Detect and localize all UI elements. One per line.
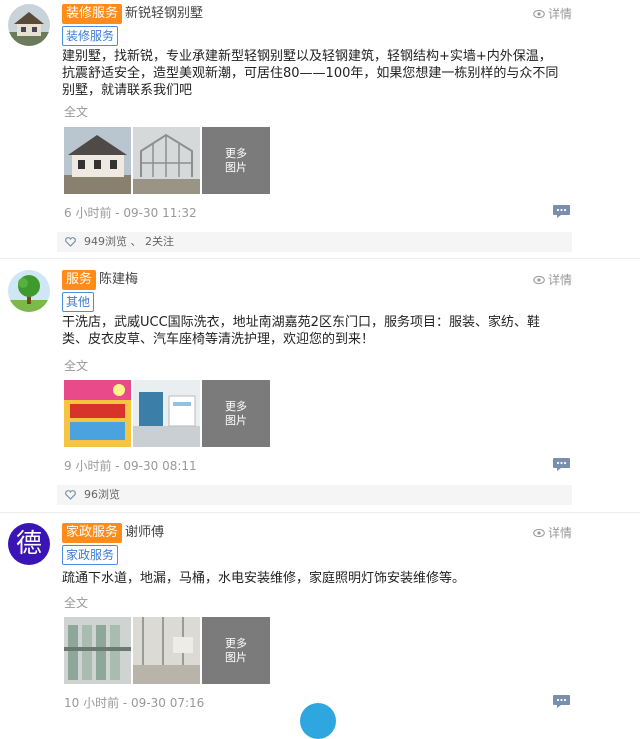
- floating-button[interactable]: [300, 703, 336, 739]
- heart-icon[interactable]: [65, 490, 76, 500]
- details-label: 详情: [548, 273, 573, 287]
- post-2: 服务 陈建梅 详情 其他 干洗店，武威UCC国际洗衣，地址南湖嘉苑2区东门口，服…: [0, 266, 640, 511]
- more-images-button[interactable]: 更多 图片: [202, 380, 270, 447]
- avatar[interactable]: 德: [8, 523, 50, 565]
- more-label-2: 图片: [225, 650, 247, 664]
- fulltext-link[interactable]: 全文: [64, 103, 88, 120]
- fulltext-link[interactable]: 全文: [64, 357, 88, 374]
- more-label-2: 图片: [225, 413, 247, 427]
- post-time: 6 小时前 - 09-30 11:32: [64, 206, 197, 220]
- heart-icon[interactable]: [65, 237, 76, 247]
- more-label: 更多: [225, 146, 247, 160]
- details-link[interactable]: 详情: [533, 523, 572, 543]
- view-stats: 96浏览: [84, 488, 120, 501]
- sub-tag[interactable]: 家政服务: [62, 545, 119, 565]
- avatar[interactable]: [8, 4, 50, 46]
- more-label: 更多: [225, 636, 247, 650]
- thumbnail-row: 更多 图片: [64, 127, 270, 194]
- eye-icon: [533, 275, 545, 285]
- divider: [0, 258, 640, 259]
- post-time: 9 小时前 - 09-30 08:11: [64, 459, 197, 473]
- comment-icon[interactable]: [553, 458, 570, 471]
- avatar-character: 德: [15, 529, 42, 559]
- comment-icon[interactable]: [553, 695, 570, 708]
- author-name[interactable]: 谢师傅: [125, 523, 164, 543]
- more-label-2: 图片: [225, 160, 247, 174]
- view-follow-stats: 949浏览 、 2关注: [84, 235, 174, 248]
- thumbnail-image[interactable]: [64, 127, 131, 194]
- eye-icon: [533, 528, 545, 538]
- thumbnail-image[interactable]: [133, 127, 200, 194]
- post-content: 疏通下水道，地漏，马桶，水电安装维修，家庭照明灯饰安装维修等。: [62, 571, 466, 586]
- thumbnail-image[interactable]: [133, 380, 200, 447]
- details-label: 详情: [548, 7, 573, 21]
- more-images-button[interactable]: 更多 图片: [202, 127, 270, 194]
- post-3: 德 家政服务 谢师傅 详情 家政服务 疏通下水道，地漏，马桶，水电安装维修，家庭…: [0, 519, 640, 710]
- thumbnail-image[interactable]: [64, 617, 131, 684]
- thumbnail-row: 更多 图片: [64, 617, 270, 684]
- thumbnail-image[interactable]: [64, 380, 131, 447]
- more-images-button[interactable]: 更多 图片: [202, 617, 270, 684]
- comment-icon[interactable]: [553, 205, 570, 218]
- stats-bar: 949浏览 、 2关注: [57, 232, 572, 252]
- fulltext-link[interactable]: 全文: [64, 594, 88, 611]
- details-link[interactable]: 详情: [533, 270, 572, 290]
- more-label: 更多: [225, 399, 247, 413]
- divider: [0, 512, 640, 513]
- post-content: 干洗店，武威UCC国际洗衣，地址南湖嘉苑2区东门口，服务项目：服装、家纺、鞋类、…: [62, 315, 540, 347]
- sub-tag[interactable]: 其他: [62, 292, 95, 312]
- post-time: 10 小时前 - 09-30 07:16: [64, 696, 205, 710]
- details-label: 详情: [548, 526, 573, 540]
- eye-icon: [533, 9, 545, 19]
- thumbnail-row: 更多 图片: [64, 380, 270, 447]
- details-link[interactable]: 详情: [533, 4, 572, 24]
- author-name[interactable]: 陈建梅: [99, 270, 138, 290]
- post-1: 装修服务 新锐轻钢别墅 详情 装修服务 建别墅，找新锐，专业承建新型轻钢别墅以及…: [0, 0, 640, 255]
- category-tag[interactable]: 服务: [62, 270, 97, 290]
- post-content: 建别墅，找新锐，专业承建新型轻钢别墅以及轻钢建筑，轻钢结构+实墙+内外保温，抗震…: [62, 49, 559, 98]
- stats-bar: 96浏览: [57, 485, 572, 505]
- author-name[interactable]: 新锐轻钢别墅: [125, 4, 203, 24]
- thumbnail-image[interactable]: [133, 617, 200, 684]
- sub-tag[interactable]: 装修服务: [62, 26, 119, 46]
- category-tag[interactable]: 家政服务: [62, 523, 123, 543]
- avatar[interactable]: [8, 270, 50, 312]
- category-tag[interactable]: 装修服务: [62, 4, 123, 24]
